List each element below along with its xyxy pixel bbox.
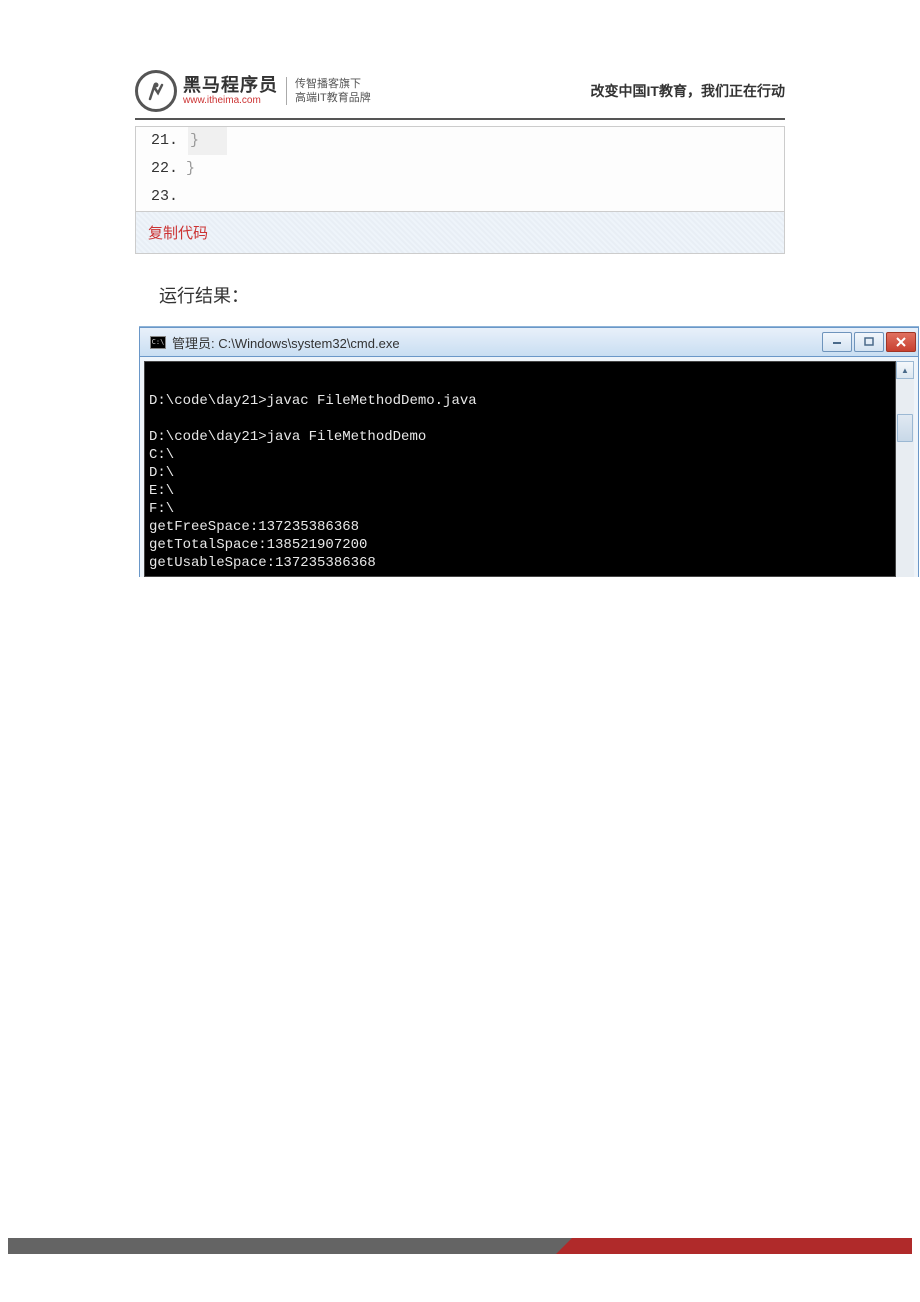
scroll-track[interactable] bbox=[896, 379, 914, 577]
footer-accent bbox=[572, 1238, 912, 1254]
cmd-icon: C:\ bbox=[150, 336, 166, 349]
maximize-button[interactable] bbox=[854, 332, 884, 352]
line-content: } bbox=[186, 155, 195, 183]
code-line: 23. bbox=[136, 183, 784, 211]
logo-divider bbox=[286, 77, 287, 105]
line-number: 23. bbox=[136, 183, 186, 211]
line-number: 21. bbox=[136, 127, 186, 155]
copy-code-button[interactable]: 复制代码 bbox=[135, 212, 785, 254]
line-content: } bbox=[188, 127, 227, 155]
page-header: 黑马程序员 www.itheima.com 传智播客旗下 高端IT教育品牌 改变… bbox=[135, 70, 785, 120]
logo-icon bbox=[135, 70, 177, 112]
logo-area: 黑马程序员 www.itheima.com 传智播客旗下 高端IT教育品牌 bbox=[135, 70, 371, 112]
slogan-line1: 传智播客旗下 bbox=[295, 77, 371, 91]
header-tagline: 改变中国IT教育，我们正在行动 bbox=[591, 81, 785, 101]
code-block: 21. } 22. } 23. bbox=[135, 126, 785, 212]
slogan-line2: 高端IT教育品牌 bbox=[295, 91, 371, 105]
logo-main-text: 黑马程序员 bbox=[183, 76, 278, 96]
cmd-output: D:\code\day21>javac FileMethodDemo.java … bbox=[144, 361, 896, 577]
scroll-up-button[interactable]: ▲ bbox=[896, 361, 914, 379]
cmd-titlebar: C:\ 管理员: C:\Windows\system32\cmd.exe bbox=[139, 327, 919, 357]
close-button[interactable] bbox=[886, 332, 916, 352]
cmd-title: 管理员: C:\Windows\system32\cmd.exe bbox=[172, 333, 400, 352]
code-line: 21. } bbox=[136, 127, 784, 155]
cmd-window: C:\ 管理员: C:\Windows\system32\cmd.exe D:\… bbox=[139, 326, 919, 577]
scroll-thumb[interactable] bbox=[897, 414, 913, 442]
footer-bar bbox=[8, 1238, 912, 1254]
logo-slogan: 传智播客旗下 高端IT教育品牌 bbox=[295, 77, 371, 106]
line-number: 22. bbox=[136, 155, 186, 183]
minimize-button[interactable] bbox=[822, 332, 852, 352]
result-label: 运行结果： bbox=[159, 282, 785, 308]
scrollbar[interactable]: ▲ bbox=[896, 361, 914, 577]
logo-sub-text: www.itheima.com bbox=[183, 95, 278, 106]
code-line: 22. } bbox=[136, 155, 784, 183]
